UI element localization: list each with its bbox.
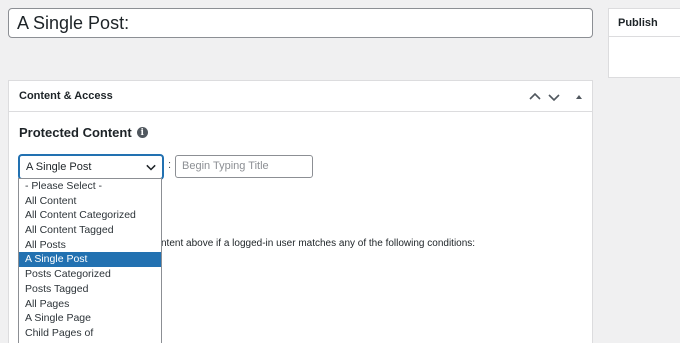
dropdown-option[interactable]: All Content Tagged xyxy=(19,223,161,238)
dropdown-option[interactable]: - Please Select - xyxy=(19,179,161,194)
move-down-button[interactable] xyxy=(545,88,563,106)
content-type-dropdown[interactable]: - Please Select - All Content All Content … xyxy=(18,178,162,343)
dropdown-option[interactable]: A Single Page xyxy=(19,311,161,326)
select-value: A Single Post xyxy=(26,161,92,173)
post-title-input[interactable]: A Single Post: xyxy=(8,8,593,38)
chevron-up-icon xyxy=(529,92,541,100)
toggle-panel-button[interactable] xyxy=(570,88,588,106)
title-search-input[interactable]: Begin Typing Title xyxy=(175,155,313,178)
dropdown-list: - Please Select - All Content All Content … xyxy=(19,179,161,341)
move-up-button[interactable] xyxy=(526,88,544,106)
dropdown-option[interactable]: All Content xyxy=(19,194,161,209)
chevron-down-icon xyxy=(548,94,560,102)
colon-separator: : xyxy=(168,159,172,171)
triangle-up-icon xyxy=(576,95,582,99)
dropdown-option[interactable]: All Content Categorized xyxy=(19,208,161,223)
metabox-title: Content & Access xyxy=(19,90,113,102)
publish-title[interactable]: Publish xyxy=(609,9,680,37)
publish-box: Publish xyxy=(608,8,680,78)
dropdown-option[interactable]: All Posts xyxy=(19,238,161,253)
info-icon[interactable]: i xyxy=(136,127,148,138)
dropdown-option[interactable]: Posts Tagged xyxy=(19,282,161,297)
dropdown-option[interactable]: A Single Post xyxy=(19,252,161,268)
protected-content-select[interactable]: A Single Post xyxy=(19,155,163,179)
protected-content-text: Protected Content xyxy=(19,125,132,140)
protected-content-label: Protected Content i xyxy=(19,125,148,140)
conditions-description: ntent above if a logged-in user matches … xyxy=(161,238,476,249)
dropdown-option[interactable]: Child Pages of xyxy=(19,326,161,341)
chevron-down-icon xyxy=(146,164,156,171)
metabox-header[interactable]: Content & Access xyxy=(9,81,592,112)
dropdown-option[interactable]: All Pages xyxy=(19,297,161,312)
dropdown-option[interactable]: Posts Categorized xyxy=(19,267,161,282)
